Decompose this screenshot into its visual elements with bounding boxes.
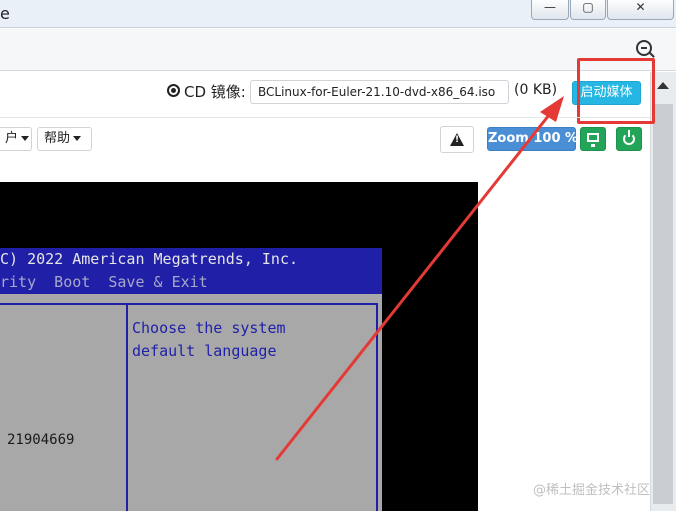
monitor-icon	[587, 133, 599, 147]
cd-image-label: CD 镜像:	[184, 83, 246, 101]
annotation-highlight-box	[577, 58, 655, 124]
warning-icon	[450, 133, 464, 146]
user-menu-button[interactable]: 户	[0, 127, 32, 151]
help-menu-label: 帮助	[44, 131, 71, 146]
minimize-button[interactable]: —	[531, 0, 569, 20]
maximize-button[interactable]: ▢	[570, 0, 606, 20]
vertical-scrollbar[interactable]	[650, 72, 676, 511]
bios-help-text: Choose the system default language	[132, 319, 286, 360]
power-button[interactable]	[616, 127, 642, 151]
minimize-icon: —	[544, 0, 556, 14]
help-menu-button[interactable]: 帮助	[37, 127, 92, 151]
bios-column-separator	[126, 303, 128, 511]
zoom-button[interactable]: Zoom 100 %	[487, 127, 578, 151]
window-titlebar: e — ▢ ✕	[0, 0, 676, 28]
close-button[interactable]: ✕	[607, 0, 674, 20]
maximize-icon: ▢	[582, 0, 594, 14]
chevron-down-icon	[73, 136, 82, 141]
display-button[interactable]	[580, 127, 606, 151]
user-menu-label: 户	[5, 131, 19, 146]
bios-menu-bar: rity Boot Save & Exit	[0, 273, 208, 291]
chevron-down-icon	[21, 136, 30, 141]
iso-file-field[interactable]: BCLinux-for-Euler-21.10-dvd-x86_64.iso	[250, 80, 509, 104]
bios-value: 21904669	[7, 432, 75, 448]
console-margin	[478, 182, 650, 511]
browser-toolbar	[0, 29, 676, 71]
watermark: @稀土掘金技术社区	[533, 483, 651, 498]
alert-button[interactable]	[440, 126, 474, 153]
divider	[0, 117, 650, 118]
window-title: e	[0, 4, 10, 23]
iso-size: (0 KB)	[514, 82, 558, 98]
scroll-thumb[interactable]	[653, 104, 673, 504]
remote-console-screen[interactable]: C) 2022 American Megatrends, Inc. rity B…	[0, 182, 478, 511]
cd-icon	[167, 84, 180, 97]
zoom-out-icon[interactable]	[636, 40, 652, 56]
close-icon: ✕	[635, 0, 646, 14]
scroll-up-icon[interactable]	[657, 82, 669, 89]
bios-copyright: C) 2022 American Megatrends, Inc.	[0, 250, 299, 268]
power-icon	[623, 130, 635, 145]
